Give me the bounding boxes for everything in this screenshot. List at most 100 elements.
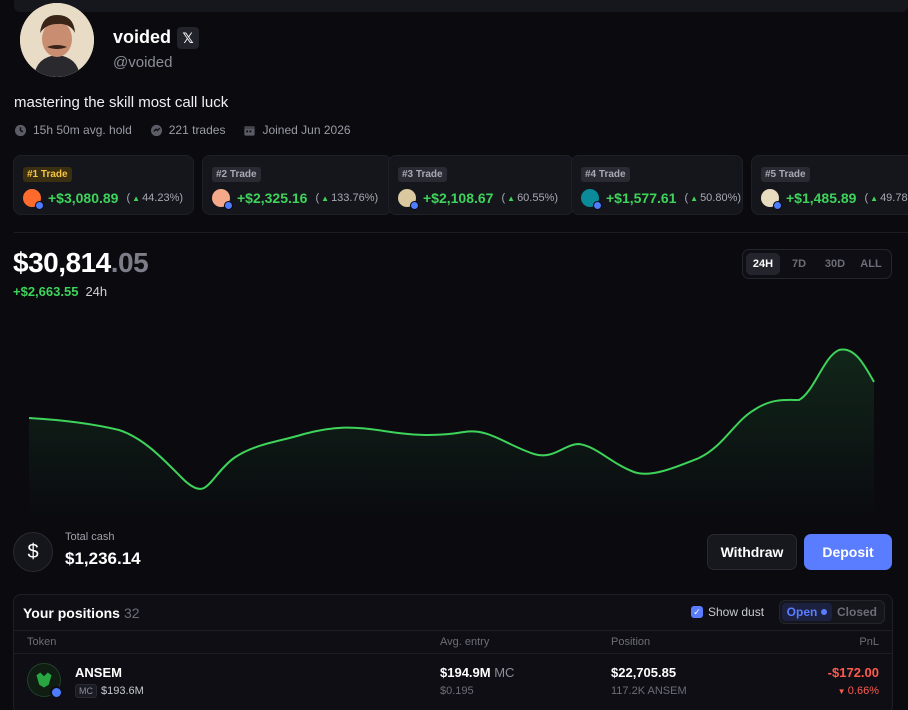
trade-percent: (▲49.78% [864, 192, 908, 204]
portfolio-change: +$2,663.55 24h [13, 284, 107, 299]
tab-closed[interactable]: Closed [832, 603, 882, 621]
trade-profit: +$2,325.16 [237, 190, 308, 206]
position-amount: 117.2K ANSEM [611, 685, 687, 697]
positions-column-headers: Token Avg. entry Position PnL [14, 630, 892, 654]
trade-rank-badge: #3 Trade [398, 167, 447, 182]
trade-percent: (▲ 50.80%) [684, 192, 742, 204]
trade-percent: (▲ 60.55%) [501, 192, 559, 204]
verified-icon [35, 201, 44, 210]
profile-stats: 15h 50m avg. hold 221 trades Joined Jun … [14, 123, 351, 137]
verified-icon [773, 201, 782, 210]
token-logo-icon [212, 189, 233, 210]
down-arrow-icon: ▼ [837, 687, 848, 696]
top-trade-card[interactable]: #3 Trade +$2,108.67 (▲ 60.55%) [388, 155, 574, 215]
chart-area [29, 349, 874, 520]
show-dust-toggle[interactable]: ✓ Show dust [691, 605, 764, 619]
top-bar [14, 0, 908, 12]
balance-decimal: .05 [110, 247, 149, 278]
clock-icon [14, 124, 27, 136]
top-trade-card[interactable]: #5 Trade +$1,485.89 (▲49.78% [751, 155, 908, 215]
open-closed-toggle: Open Closed [779, 600, 885, 624]
mc-value: $193.6M [101, 685, 144, 697]
trade-profit: +$3,080.89 [48, 190, 119, 206]
trades-icon [150, 124, 162, 136]
timeframe-all-button[interactable]: ALL [854, 253, 888, 275]
avg-hold-label: 15h 50m avg. hold [33, 123, 132, 137]
token-logo-icon [23, 189, 44, 210]
column-token: Token [27, 636, 57, 648]
portfolio-chart [28, 348, 875, 520]
column-position: Position [611, 636, 651, 648]
trade-rank-badge: #1 Trade [23, 167, 72, 182]
up-arrow-icon: ▲ [690, 194, 699, 203]
avg-hold-stat: 15h 50m avg. hold [14, 123, 132, 137]
trade-profit: +$1,485.89 [786, 190, 857, 206]
timeframe-selector: 24H 7D 30D ALL [742, 249, 892, 279]
positions-title: Your positions 32 [23, 605, 140, 621]
dollar-icon: $ [13, 532, 53, 572]
joined-stat: Joined Jun 2026 [243, 123, 351, 137]
change-period: 24h [85, 284, 108, 299]
checkbox-checked-icon[interactable]: ✓ [691, 606, 703, 618]
top-trade-card[interactable]: #2 Trade +$2,325.16 (▲ 133.76%) [202, 155, 392, 215]
up-arrow-icon: ▲ [321, 194, 330, 203]
verified-icon [410, 201, 419, 210]
verified-icon [593, 201, 602, 210]
change-amount: +$2,663.55 [13, 284, 79, 299]
timeframe-7d-button[interactable]: 7D [782, 253, 816, 275]
active-dot-icon [821, 609, 828, 615]
token-logo-icon [581, 189, 602, 210]
mc-tag: MC [75, 684, 97, 698]
trade-percent: (▲ 133.76%) [315, 192, 379, 204]
up-arrow-icon: ▲ [507, 194, 516, 203]
up-arrow-icon: ▲ [870, 194, 879, 203]
pnl-value: -$172.00 [827, 665, 879, 680]
verified-icon [224, 201, 233, 210]
trade-rank-badge: #2 Trade [212, 167, 261, 182]
trade-rank-badge: #4 Trade [581, 167, 630, 182]
avg-entry-value: $194.9M MC [440, 665, 515, 680]
position-value: $22,705.85 [611, 665, 677, 680]
trades-stat: 221 trades [150, 123, 226, 137]
trade-rank-badge: #5 Trade [761, 167, 810, 182]
avg-entry-price: $0.195 [440, 685, 474, 697]
table-row[interactable] [14, 654, 892, 710]
show-dust-label: Show dust [708, 605, 765, 619]
column-avg-entry: Avg. entry [440, 636, 490, 648]
token-logo-icon [398, 189, 419, 210]
tab-open[interactable]: Open [782, 603, 832, 621]
token-logo-icon [761, 189, 782, 210]
token-market-cap: MC $193.6M [75, 684, 144, 698]
token-name[interactable]: ANSEM [75, 665, 122, 680]
positions-header: Your positions 32 ✓ Show dust Open Closed [14, 595, 892, 630]
calendar-icon [244, 125, 256, 136]
column-pnl: PnL [859, 636, 879, 648]
total-cash-label: Total cash [65, 531, 115, 543]
trades-count-label: 221 trades [168, 123, 226, 137]
verified-icon [50, 686, 63, 699]
timeframe-30d-button[interactable]: 30D [818, 253, 852, 275]
x-icon[interactable]: 𝕏 [177, 27, 199, 49]
profile-avatar[interactable] [20, 3, 94, 77]
top-trade-card[interactable]: #4 Trade +$1,577.61 (▲ 50.80%) [571, 155, 743, 215]
trade-profit: +$2,108.67 [423, 190, 494, 206]
top-trades-list: #1 Trade +$3,080.89 (▲ 44.23%) #2 Trade +… [13, 155, 908, 215]
withdraw-button[interactable]: Withdraw [707, 534, 797, 570]
timeframe-24h-button[interactable]: 24H [746, 253, 780, 275]
portfolio-balance: $30,814.05 [13, 247, 149, 279]
trade-percent: (▲ 44.23%) [126, 192, 184, 204]
total-cash-value: $1,236.14 [65, 549, 141, 568]
pnl-percent: ▼ 0.66% [837, 685, 879, 697]
balance-main: $30,814 [13, 247, 111, 278]
up-arrow-icon: ▲ [132, 194, 141, 203]
positions-count: 32 [123, 605, 140, 621]
trade-profit: +$1,577.61 [606, 190, 677, 206]
profile-handle: @voided [113, 54, 173, 71]
profile-bio: mastering the skill most call luck [14, 94, 229, 111]
deposit-button[interactable]: Deposit [804, 534, 892, 570]
positions-panel: Your positions 32 ✓ Show dust Open Closed… [13, 594, 893, 710]
top-trade-card[interactable]: #1 Trade +$3,080.89 (▲ 44.23%) [13, 155, 194, 215]
joined-label: Joined Jun 2026 [262, 123, 351, 137]
section-divider [14, 232, 908, 233]
token-logo-icon [27, 663, 63, 699]
